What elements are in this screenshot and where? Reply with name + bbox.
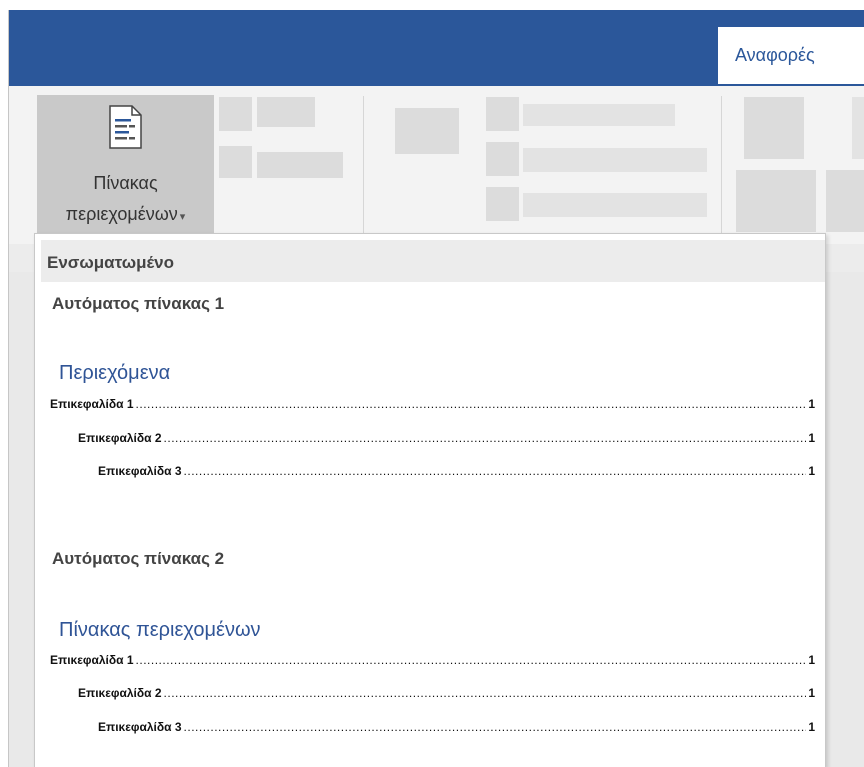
ribbon-placeholder xyxy=(736,170,816,232)
ribbon-placeholder xyxy=(523,193,707,217)
ribbon-placeholder xyxy=(486,142,519,176)
ribbon-placeholder xyxy=(219,146,252,178)
ribbon-placeholder xyxy=(257,152,343,178)
toc-gallery-dropdown: Ενσωματωμένο Αυτόματος πίνακας 1 Περιεχό… xyxy=(34,233,826,767)
ribbon-placeholder xyxy=(744,97,804,159)
toc-preview-entry-level2: Επικεφαλίδα 21 xyxy=(78,431,815,445)
toc-preview-heading: Πίνακας περιεχομένων xyxy=(59,619,261,641)
gallery-item-automatic-table-2[interactable]: Αυτόματος πίνακας 2 Πίνακας περιεχομένων… xyxy=(41,534,825,767)
ribbon-placeholder xyxy=(523,104,675,126)
toc-preview-entry-level3: Επικεφαλίδα 31 xyxy=(98,464,815,478)
ribbon-placeholder xyxy=(523,148,707,172)
ribbon-placeholder xyxy=(257,97,315,127)
gallery-item-title: Αυτόματος πίνακας 1 xyxy=(52,294,225,313)
document-list-icon xyxy=(109,105,142,149)
chevron-down-icon: ▾ xyxy=(179,211,186,223)
toc-preview-entry-level1: Επικεφαλίδα 11 xyxy=(50,653,815,667)
gallery-section-header: Ενσωματωμένο xyxy=(41,240,825,282)
ribbon-placeholder xyxy=(219,97,252,131)
toc-button-label: Πίνακας xyxy=(93,173,158,193)
ribbon-separator xyxy=(721,96,722,234)
toc-preview-entry-level3: Επικεφαλίδα 31 xyxy=(98,720,815,734)
ribbon-separator xyxy=(363,96,364,234)
word-window: Αναφορές Πίνακας περιεχομένων ▾ Ενσωματω… xyxy=(0,0,864,767)
toc-preview-entry-level1: Επικεφαλίδα 11 xyxy=(50,397,815,411)
gallery-item-title: Αυτόματος πίνακας 2 xyxy=(52,549,225,568)
ribbon-placeholder xyxy=(395,108,459,154)
gallery-item-automatic-table-1[interactable]: Αυτόματος πίνακας 1 Περιεχόμενα Επικεφαλ… xyxy=(41,284,825,524)
toc-preview-heading: Περιεχόμενα xyxy=(59,362,171,384)
ribbon-placeholder xyxy=(486,97,519,131)
window-margin xyxy=(0,10,8,767)
tab-references[interactable]: Αναφορές xyxy=(718,27,864,84)
ribbon-placeholder xyxy=(852,97,864,159)
ribbon-placeholder xyxy=(826,170,864,232)
table-of-contents-button[interactable]: Πίνακας περιεχομένων ▾ xyxy=(37,95,214,237)
toc-preview-entry-level2: Επικεφαλίδα 21 xyxy=(78,686,815,700)
toc-button-label-line2: περιεχομένων ▾ xyxy=(65,204,186,224)
ribbon-placeholder xyxy=(486,187,519,221)
